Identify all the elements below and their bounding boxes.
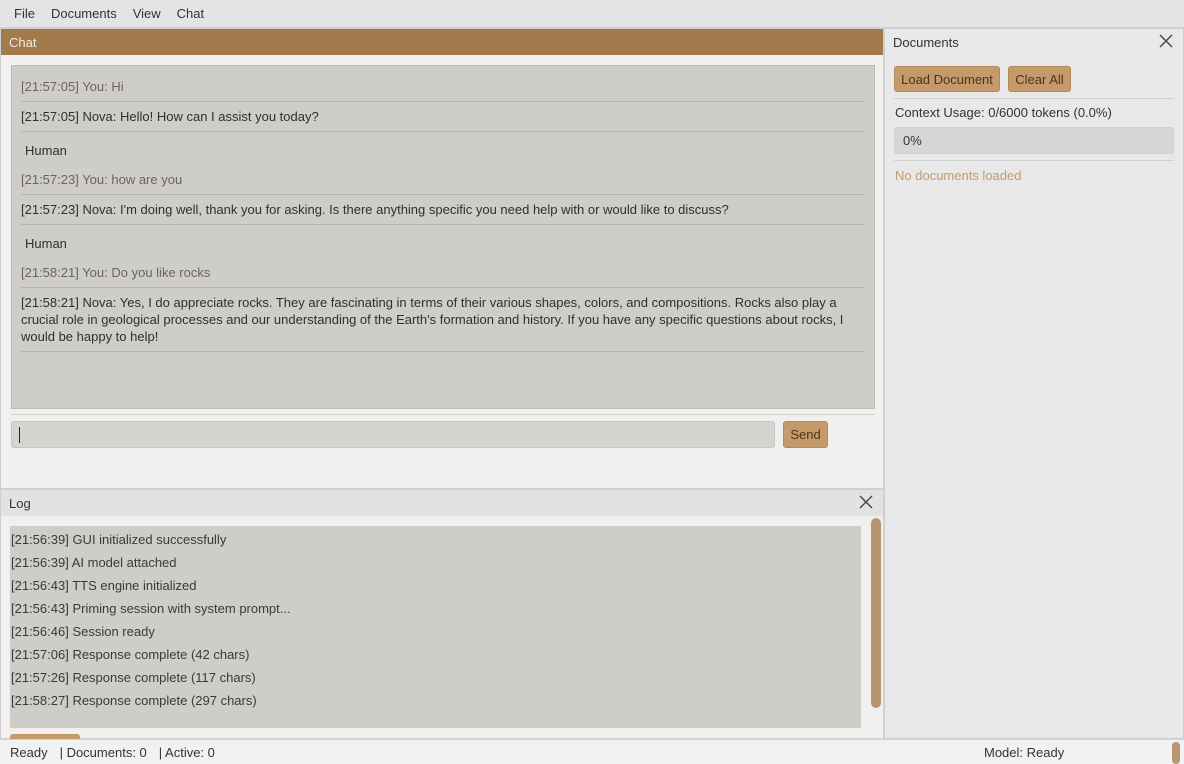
text-caret — [19, 427, 20, 443]
chat-input[interactable] — [11, 421, 775, 448]
context-usage-label: Context Usage: 0/6000 tokens (0.0%) — [895, 105, 1112, 120]
progress-text: 0% — [903, 133, 922, 148]
log-scrollbar[interactable] — [871, 518, 881, 730]
log-line: [21:56:46] Session ready — [11, 624, 155, 639]
log-line: [21:56:39] AI model attached — [11, 555, 177, 570]
menu-view[interactable]: View — [125, 6, 169, 21]
empty-documents-label: No documents loaded — [895, 168, 1022, 183]
documents-divider — [894, 98, 1174, 99]
user-message: [21:57:05] You: Hi — [21, 72, 864, 102]
chat-history[interactable]: [21:57:05] You: Hi [21:57:05] Nova: Hello… — [11, 65, 875, 409]
chat-title-bar: Chat — [1, 29, 883, 55]
log-title: Log — [9, 495, 31, 511]
assistant-message: [21:58:21] Nova: Yes, I do appreciate ro… — [21, 288, 864, 352]
log-line: [21:56:43] TTS engine initialized — [11, 578, 197, 593]
log-line: [21:57:06] Response complete (42 chars) — [11, 647, 250, 662]
assistant-message: [21:57:05] Nova: Hello! How can I assist… — [21, 102, 864, 132]
status-model: Model: Ready — [984, 744, 1065, 760]
log-line: [21:58:27] Response complete (297 chars) — [11, 693, 257, 708]
load-document-button[interactable]: Load Document — [894, 66, 1000, 92]
user-message: [21:58:21] You: Do you like rocks — [21, 258, 864, 288]
log-title-bar: Log — [1, 490, 883, 516]
documents-title: Documents — [893, 34, 959, 50]
menu-bar: File Documents View Chat — [0, 0, 1184, 28]
close-icon[interactable] — [1159, 34, 1173, 48]
log-panel: Log [21:56:39] GUI initialized successfu… — [0, 489, 884, 740]
documents-title-bar: Documents — [885, 29, 1183, 55]
chat-divider — [11, 414, 875, 415]
log-list[interactable]: [21:56:39] GUI initialized successfully [… — [10, 526, 861, 728]
speaker-label: Human — [25, 236, 67, 251]
menu-documents[interactable]: Documents — [43, 6, 125, 21]
send-button[interactable]: Send — [783, 421, 828, 448]
clear-all-button[interactable]: Clear All — [1008, 66, 1071, 92]
status-ready: Ready — [10, 744, 48, 760]
status-documents: | Documents: 0 — [59, 744, 147, 760]
status-active: | Active: 0 — [158, 744, 215, 760]
chat-title: Chat — [9, 34, 37, 50]
status-bar: Ready | Documents: 0 | Active: 0 Model: … — [0, 739, 1184, 764]
chat-panel: Chat [21:57:05] You: Hi [21:57:05] Nova: … — [0, 28, 884, 489]
documents-panel: Documents Load Document Clear All Contex… — [884, 28, 1184, 739]
menu-file[interactable]: File — [6, 6, 43, 21]
user-message: [21:57:23] You: how are you — [21, 165, 864, 195]
log-line: [21:56:39] GUI initialized successfully — [11, 532, 227, 547]
assistant-message: [21:57:23] Nova: I'm doing well, thank y… — [21, 195, 864, 225]
documents-divider — [894, 160, 1174, 161]
close-icon[interactable] — [859, 495, 873, 509]
log-line: [21:57:26] Response complete (117 chars) — [11, 670, 256, 685]
log-line: [21:56:43] Priming session with system p… — [11, 601, 291, 616]
speaker-label: Human — [25, 143, 67, 158]
context-progress-bar: 0% — [894, 127, 1174, 154]
menu-chat[interactable]: Chat — [169, 6, 212, 21]
resize-grip[interactable] — [1172, 742, 1180, 764]
log-scroll-thumb[interactable] — [871, 518, 881, 708]
